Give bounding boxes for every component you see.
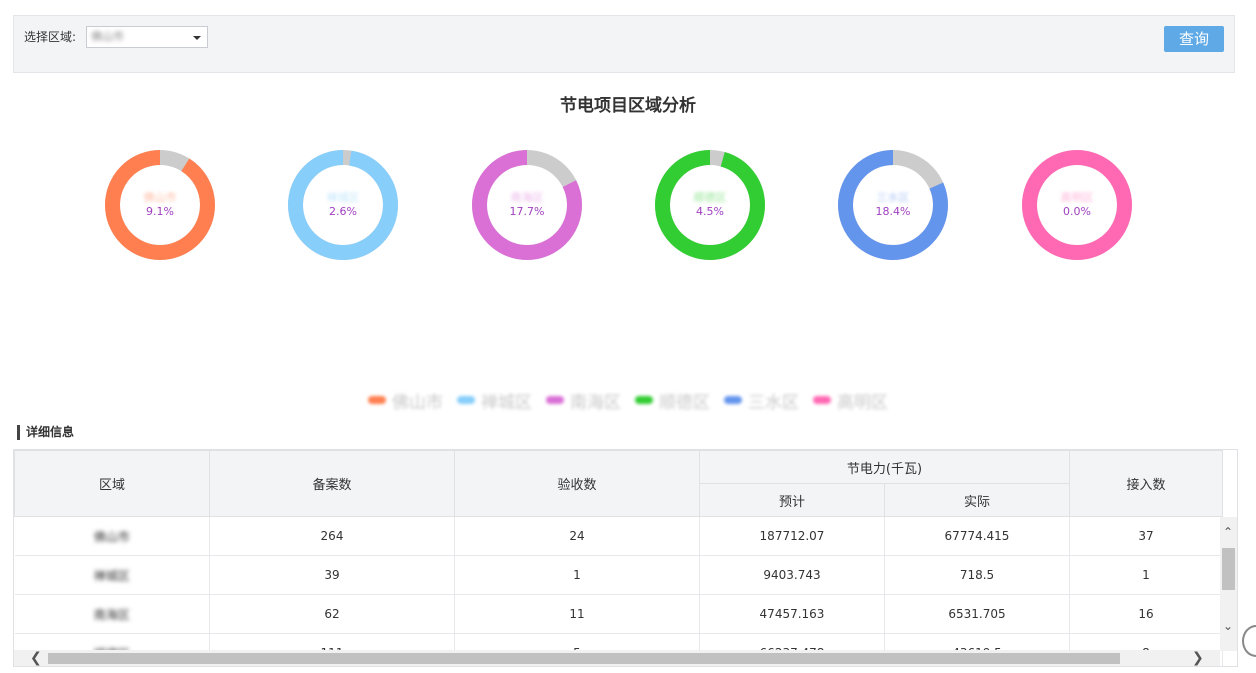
cell-expected: 9403.743 <box>699 555 885 595</box>
legend-item[interactable]: 顺德区 <box>635 388 710 413</box>
donut-name-label: 高明区 <box>1061 190 1094 204</box>
cell-filed: 62 <box>209 594 455 634</box>
cell-actual: 718.5 <box>884 555 1070 595</box>
donut-percent-label: 18.4% <box>876 205 911 218</box>
cell-actual: 67774.415 <box>884 516 1070 556</box>
cell-actual: 6531.705 <box>884 594 1070 634</box>
legend-label: 三水区 <box>748 392 799 413</box>
horizontal-scroll-thumb[interactable] <box>48 653 1120 664</box>
scroll-up-icon[interactable]: ⌃ <box>1223 525 1233 539</box>
cell-expected: 187712.07 <box>699 516 885 556</box>
header-region: 区域 <box>14 450 210 517</box>
cell-accepted: 11 <box>454 594 700 634</box>
cell-region: 南海区 <box>14 594 210 634</box>
donut-name-label: 佛山市 <box>144 190 177 204</box>
legend-item[interactable]: 三水区 <box>724 388 799 413</box>
legend-item[interactable]: 佛山市 <box>368 388 443 413</box>
donut-percent-label: 4.5% <box>696 205 724 218</box>
chevron-down-icon[interactable] <box>193 36 201 40</box>
region-filter-label: 选择区域: <box>24 30 77 44</box>
cell-connected: 16 <box>1069 594 1223 634</box>
cell-expected: 47457.163 <box>699 594 885 634</box>
donut-percent-label: 0.0% <box>1063 205 1091 218</box>
legend-swatch <box>635 396 653 404</box>
query-button[interactable]: 查询 <box>1164 26 1224 52</box>
scroll-right-icon[interactable]: ❯ <box>1192 650 1204 666</box>
chart-legend: 佛山市 禅城区 南海区 顺德区 三水区 高明区 <box>0 388 1256 413</box>
donut-charts: 佛山市9.1% 禅城区2.6% 南海区17.7% 顺德区4.5% 三水区18.4% 高明区… <box>105 150 1132 260</box>
legend-label: 佛山市 <box>392 392 443 413</box>
donut-3[interactable]: 顺德区4.5% <box>655 150 765 260</box>
donut-4[interactable]: 三水区18.4% <box>838 150 948 260</box>
horizontal-scrollbar[interactable]: ❮ ❯ <box>14 650 1220 666</box>
legend-item[interactable]: 高明区 <box>813 388 888 413</box>
legend-label: 高明区 <box>837 392 888 413</box>
legend-swatch <box>546 396 564 404</box>
region-select[interactable]: 佛山市 <box>86 26 208 48</box>
cell-filed: 39 <box>209 555 455 595</box>
donut-2[interactable]: 南海区17.7% <box>472 150 582 260</box>
legend-swatch <box>813 396 831 404</box>
chart-title: 节电项目区域分析 <box>560 96 696 116</box>
donut-percent-label: 9.1% <box>146 205 174 218</box>
table-row: 南海区 62 11 47457.163 6531.705 16 <box>14 594 1223 634</box>
legend-item[interactable]: 南海区 <box>546 388 621 413</box>
legend-label: 南海区 <box>570 392 621 413</box>
header-expected: 预计 <box>699 483 885 517</box>
legend-swatch <box>724 396 742 404</box>
region-select-value: 佛山市 <box>91 30 124 43</box>
scroll-down-icon[interactable]: ⌄ <box>1223 619 1233 633</box>
cell-filed: 264 <box>209 516 455 556</box>
donut-name-label: 三水区 <box>877 191 910 204</box>
legend-swatch <box>457 396 475 404</box>
section-title: 详细信息 <box>17 425 74 440</box>
detail-table: 区域 备案数 验收数 节电力(千瓦) 接入数 预计 实际 佛山市 264 24 … <box>14 450 1223 666</box>
legend-swatch <box>368 396 386 404</box>
table-row: 禅城区 39 1 9403.743 718.5 1 <box>14 555 1223 595</box>
header-power-saving: 节电力(千瓦) <box>699 450 1070 484</box>
legend-label: 禅城区 <box>481 392 532 413</box>
cell-connected: 1 <box>1069 555 1223 595</box>
header-filed: 备案数 <box>209 450 455 517</box>
cell-region: 佛山市 <box>14 516 210 556</box>
cell-connected: 37 <box>1069 516 1223 556</box>
donut-name-label: 禅城区 <box>327 190 360 204</box>
donut-name-label: 南海区 <box>511 190 544 204</box>
filter-bar: 选择区域: 佛山市 查询 <box>13 15 1235 73</box>
vertical-scrollbar[interactable]: ⌃ ⌄ <box>1220 517 1237 651</box>
donut-5[interactable]: 高明区0.0% <box>1022 150 1132 260</box>
legend-item[interactable]: 禅城区 <box>457 388 532 413</box>
legend-label: 顺德区 <box>659 392 710 413</box>
table-row: 佛山市 264 24 187712.07 67774.415 37 <box>14 516 1223 556</box>
floating-edge-button[interactable] <box>1242 625 1256 657</box>
cell-accepted: 24 <box>454 516 700 556</box>
donut-percent-label: 17.7% <box>510 205 545 218</box>
donut-0[interactable]: 佛山市9.1% <box>105 150 215 260</box>
donut-percent-label: 2.6% <box>329 205 357 218</box>
vertical-scroll-thumb[interactable] <box>1222 548 1235 590</box>
donut-1[interactable]: 禅城区2.6% <box>288 150 398 260</box>
donut-name-label: 顺德区 <box>694 190 727 204</box>
header-accepted: 验收数 <box>454 450 700 517</box>
cell-accepted: 1 <box>454 555 700 595</box>
detail-table-container: 区域 备案数 验收数 节电力(千瓦) 接入数 预计 实际 佛山市 264 24 … <box>13 449 1238 667</box>
header-connected: 接入数 <box>1069 450 1223 517</box>
cell-region: 禅城区 <box>14 555 210 595</box>
scroll-left-icon[interactable]: ❮ <box>30 650 42 666</box>
header-actual: 实际 <box>884 483 1070 517</box>
